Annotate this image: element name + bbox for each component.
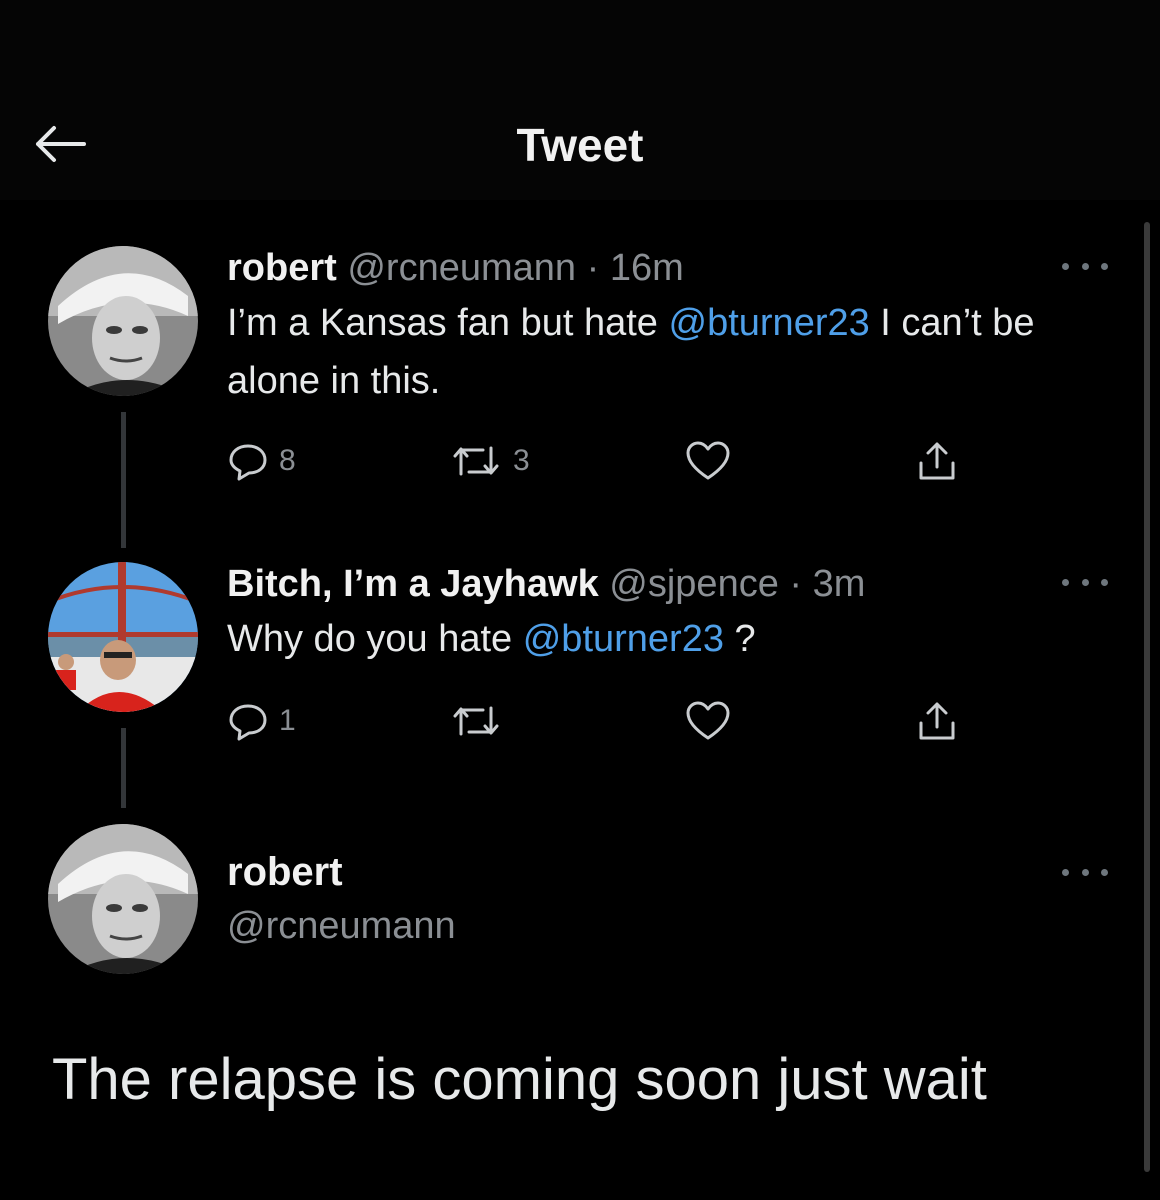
mention-link[interactable]: @bturner23 [669, 302, 870, 344]
user-photo-sjpence [48, 562, 198, 712]
retweet-button[interactable]: 3 [449, 436, 530, 486]
tweet-meta: robert @rcneumann · 16m [227, 246, 1100, 290]
more-options-button[interactable] [1062, 572, 1108, 592]
tweet-actions: 8 3 [227, 436, 987, 486]
heart-icon [686, 701, 730, 740]
reply-button[interactable]: 1 [227, 696, 296, 746]
separator-dot: · [789, 563, 803, 605]
main-tweet-text: The relapse is coming soon just wait [52, 1047, 987, 1112]
more-dot-icon [1081, 578, 1089, 586]
share-button[interactable] [915, 696, 959, 746]
avatar[interactable] [48, 562, 198, 712]
top-bar: Tweet [0, 0, 1160, 200]
more-dot-icon [1101, 868, 1108, 876]
retweet-icon [453, 446, 499, 476]
retweet-button[interactable] [449, 696, 513, 746]
scrollbar[interactable] [1144, 222, 1150, 1172]
author-name[interactable]: robert [227, 850, 343, 895]
reply-count: 8 [279, 444, 296, 477]
user-photo-robert [48, 824, 198, 974]
reply-count: 1 [279, 704, 296, 737]
more-dot-icon [1101, 578, 1108, 586]
reply-icon [229, 444, 267, 481]
reply-icon [229, 704, 267, 741]
mention-link[interactable]: @bturner23 [523, 618, 724, 660]
more-options-button[interactable] [1062, 862, 1108, 882]
tweet-text: Why do you hate @bturner23 ? [227, 610, 1100, 668]
more-options-button[interactable] [1062, 256, 1108, 276]
author-handle[interactable]: @rcneumann [227, 905, 456, 948]
reply-button[interactable]: 8 [227, 436, 296, 486]
retweet-count: 3 [513, 444, 530, 477]
author-name[interactable]: robert [227, 247, 337, 289]
share-icon [919, 702, 955, 740]
page-title: Tweet [516, 119, 644, 171]
more-dot-icon [1062, 262, 1069, 270]
more-dot-icon [1081, 868, 1089, 876]
tweet-text: I’m a Kansas fan but hate @bturner23 I c… [227, 294, 1100, 410]
avatar[interactable] [48, 824, 198, 974]
like-button[interactable] [685, 696, 731, 746]
separator-dot: · [586, 247, 600, 289]
thread-connector [121, 412, 126, 548]
heart-icon [686, 441, 730, 480]
timestamp[interactable]: 16m [610, 247, 684, 289]
avatar[interactable] [48, 246, 198, 396]
tweet-text-part: Why do you hate [227, 618, 523, 660]
tweet-2[interactable]: Bitch, I’m a Jayhawk @sjpence · 3m Why d… [227, 562, 1100, 668]
author-handle[interactable]: @rcneumann [347, 247, 576, 289]
user-photo-robert [48, 246, 198, 396]
thread-connector [121, 728, 126, 808]
more-dot-icon [1081, 262, 1089, 270]
tweet-text-part: I’m a Kansas fan but hate [227, 302, 669, 344]
more-dot-icon [1101, 262, 1108, 270]
more-dot-icon [1062, 578, 1069, 586]
share-icon [919, 442, 955, 480]
timestamp[interactable]: 3m [813, 563, 866, 605]
like-button[interactable] [685, 436, 731, 486]
author-name[interactable]: Bitch, I’m a Jayhawk [227, 563, 599, 605]
tweet-actions: 1 [227, 696, 987, 746]
tweet-text-part: ? [723, 618, 756, 660]
tweet-1[interactable]: robert @rcneumann · 16m I’m a Kansas fan… [227, 246, 1100, 410]
author-handle[interactable]: @sjpence [609, 563, 779, 605]
tweet-meta: Bitch, I’m a Jayhawk @sjpence · 3m [227, 562, 1100, 606]
share-button[interactable] [915, 436, 959, 486]
retweet-icon [453, 706, 499, 736]
more-dot-icon [1062, 868, 1069, 876]
